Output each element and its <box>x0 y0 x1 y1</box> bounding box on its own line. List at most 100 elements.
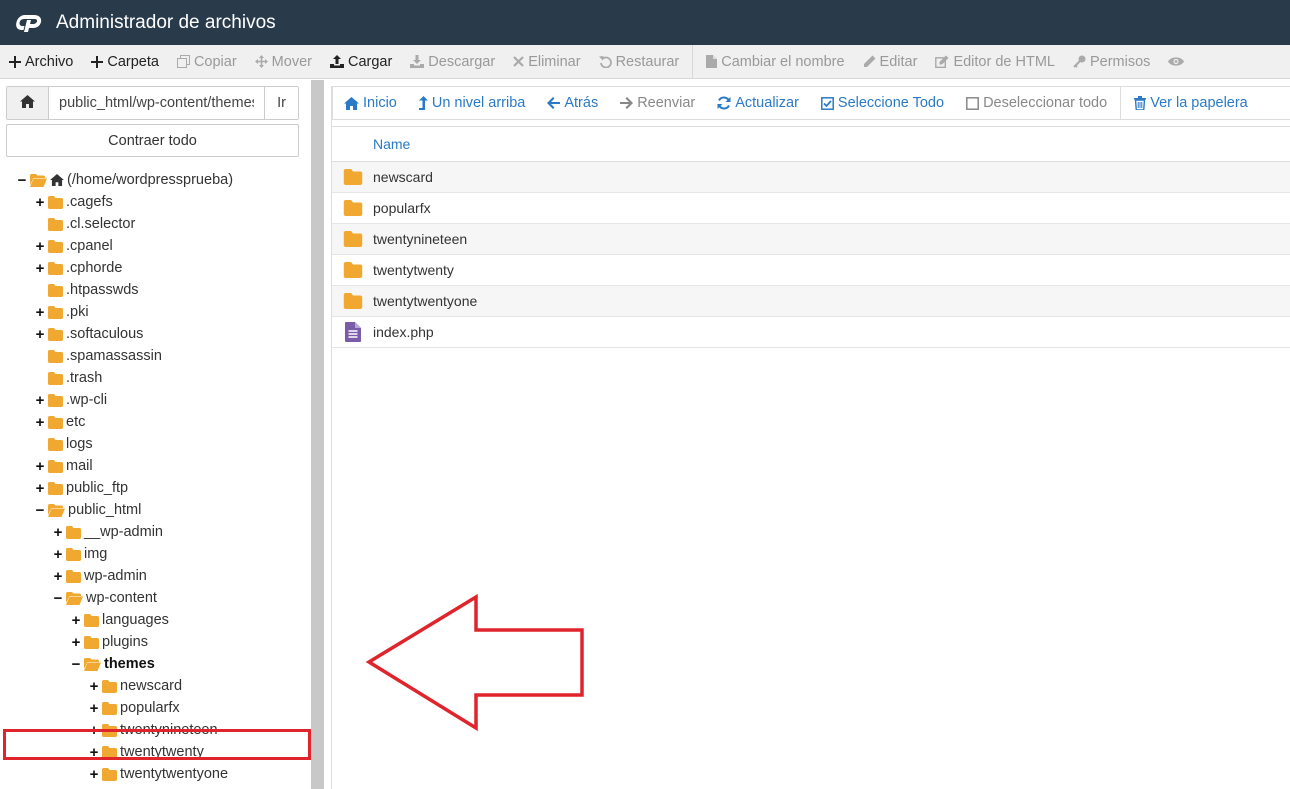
back-button[interactable]: Atrás <box>536 87 609 119</box>
upload-button[interactable]: Cargar <box>321 45 401 78</box>
forward-label: Reenviar <box>637 95 696 111</box>
view-trash-button[interactable]: Ver la papelera <box>1123 87 1259 119</box>
rename-label: Cambiar el nombre <box>721 53 845 70</box>
file-row[interactable]: newscard <box>332 162 1290 193</box>
tree-item[interactable]: + .softaculous <box>34 323 144 345</box>
home-nav-label: Inicio <box>363 95 397 111</box>
tree-item[interactable]: + newscard <box>88 675 182 697</box>
rename-button[interactable]: Cambiar el nombre <box>697 45 853 78</box>
tree-item[interactable]: + .cphorde <box>34 257 123 279</box>
tree-item-label: (/home/wordpressprueba) <box>67 172 234 188</box>
nav-divider <box>1120 86 1122 120</box>
tree-item[interactable]: + .pki <box>34 301 89 323</box>
collapse-all-button[interactable]: Contraer todo <box>6 124 299 157</box>
folder-icon <box>84 635 99 649</box>
new-file-button[interactable]: Archivo <box>0 45 82 78</box>
folder-icon <box>48 195 63 209</box>
expand-icon[interactable]: + <box>34 389 46 411</box>
tree-item[interactable]: + twentytwentyone <box>88 763 228 785</box>
tree-item[interactable]: − wp-content <box>52 587 157 609</box>
file-row[interactable]: twentynineteen <box>332 224 1290 255</box>
toggle-spacer <box>34 433 46 455</box>
expand-icon[interactable]: + <box>34 235 46 257</box>
expand-icon[interactable]: + <box>88 697 100 719</box>
expand-icon[interactable]: + <box>34 323 46 345</box>
select-all-button[interactable]: Seleccione Todo <box>810 87 955 119</box>
tree-item-label: img <box>84 546 108 562</box>
tree-item[interactable]: .trash <box>34 367 102 389</box>
edit-button[interactable]: Editar <box>854 45 927 78</box>
edit-label: Editar <box>879 53 918 70</box>
refresh-button[interactable]: Actualizar <box>706 87 810 119</box>
view-button[interactable] <box>1159 45 1197 78</box>
tree-item[interactable]: .spamassassin <box>34 345 162 367</box>
tree-item[interactable]: + .wp-cli <box>34 389 107 411</box>
expand-icon[interactable]: + <box>52 521 64 543</box>
tree-item[interactable]: + wp-admin <box>52 565 147 587</box>
permissions-button[interactable]: Permisos <box>1064 45 1159 78</box>
file-table: Name newscard popularfx twentynineteen twen… <box>332 126 1290 348</box>
tree-item-label: wp-content <box>86 590 157 606</box>
tree-item[interactable]: + .cpanel <box>34 235 113 257</box>
expand-icon[interactable]: + <box>70 631 82 653</box>
tree-item[interactable]: logs <box>34 433 93 455</box>
collapse-icon[interactable]: − <box>16 169 28 191</box>
expand-icon[interactable]: + <box>34 477 46 499</box>
path-home-button[interactable] <box>7 87 49 119</box>
tree-item[interactable]: + img <box>52 543 108 565</box>
file-row[interactable]: twentytwentyone <box>332 286 1290 317</box>
tree-item[interactable]: − public_html <box>34 499 142 521</box>
file-row[interactable]: popularfx <box>332 193 1290 224</box>
home-nav-button[interactable]: Inicio <box>333 87 408 119</box>
expand-icon[interactable]: + <box>52 543 64 565</box>
tree-item[interactable]: + etc <box>34 411 86 433</box>
deselect-all-button[interactable]: Deseleccionar todo <box>955 87 1118 119</box>
copy-icon <box>176 55 190 68</box>
forward-button[interactable]: Reenviar <box>609 87 706 119</box>
expand-icon[interactable]: + <box>34 191 46 213</box>
expand-icon[interactable]: + <box>34 301 46 323</box>
expand-icon[interactable]: + <box>70 609 82 631</box>
expand-icon[interactable]: + <box>88 675 100 697</box>
toolbar-divider <box>692 45 694 78</box>
expand-icon[interactable]: + <box>34 455 46 477</box>
folder-icon <box>48 217 63 231</box>
expand-icon[interactable]: + <box>34 411 46 433</box>
highlight-box <box>3 729 311 760</box>
expand-icon[interactable]: + <box>34 257 46 279</box>
path-input[interactable] <box>49 87 264 119</box>
tree-item-label: mail <box>66 458 93 474</box>
collapse-icon[interactable]: − <box>34 499 46 521</box>
expand-icon[interactable]: + <box>88 763 100 785</box>
move-button[interactable]: Mover <box>246 45 321 78</box>
go-button[interactable]: Ir <box>264 87 298 119</box>
tree-item[interactable]: + public_ftp <box>34 477 128 499</box>
tree-item[interactable]: − (/home/wordpressprueba) <box>16 169 233 191</box>
tree-item[interactable]: .htpasswds <box>34 279 139 301</box>
tree-item[interactable]: + mail <box>34 455 93 477</box>
panel-splitter[interactable] <box>311 80 324 789</box>
delete-button[interactable]: Eliminar <box>504 45 589 78</box>
tree-item[interactable]: + .cagefs <box>34 191 113 213</box>
collapse-icon[interactable]: − <box>70 653 82 675</box>
tree-item[interactable]: + languages <box>70 609 169 631</box>
refresh-label: Actualizar <box>735 95 799 111</box>
html-editor-button[interactable]: Editor de HTML <box>926 45 1064 78</box>
copy-button[interactable]: Copiar <box>168 45 246 78</box>
tree-item[interactable]: + plugins <box>70 631 148 653</box>
file-row[interactable]: index.php <box>332 317 1290 348</box>
folder-icon <box>48 239 63 253</box>
file-row[interactable]: twentytwenty <box>332 255 1290 286</box>
collapse-icon[interactable]: − <box>52 587 64 609</box>
tree-item[interactable]: − themes <box>70 653 155 675</box>
tree-item[interactable]: + __wp-admin <box>52 521 163 543</box>
restore-button[interactable]: Restaurar <box>590 45 689 78</box>
tree-item[interactable]: .cl.selector <box>34 213 135 235</box>
tree-item[interactable]: + popularfx <box>88 697 180 719</box>
download-button[interactable]: Descargar <box>401 45 504 78</box>
new-folder-button[interactable]: Carpeta <box>82 45 168 78</box>
column-header-name[interactable]: Name <box>332 126 1290 162</box>
up-one-level-button[interactable]: Un nivel arriba <box>408 87 537 119</box>
expand-icon[interactable]: + <box>52 565 64 587</box>
tree-item-label: wp-admin <box>84 568 147 584</box>
